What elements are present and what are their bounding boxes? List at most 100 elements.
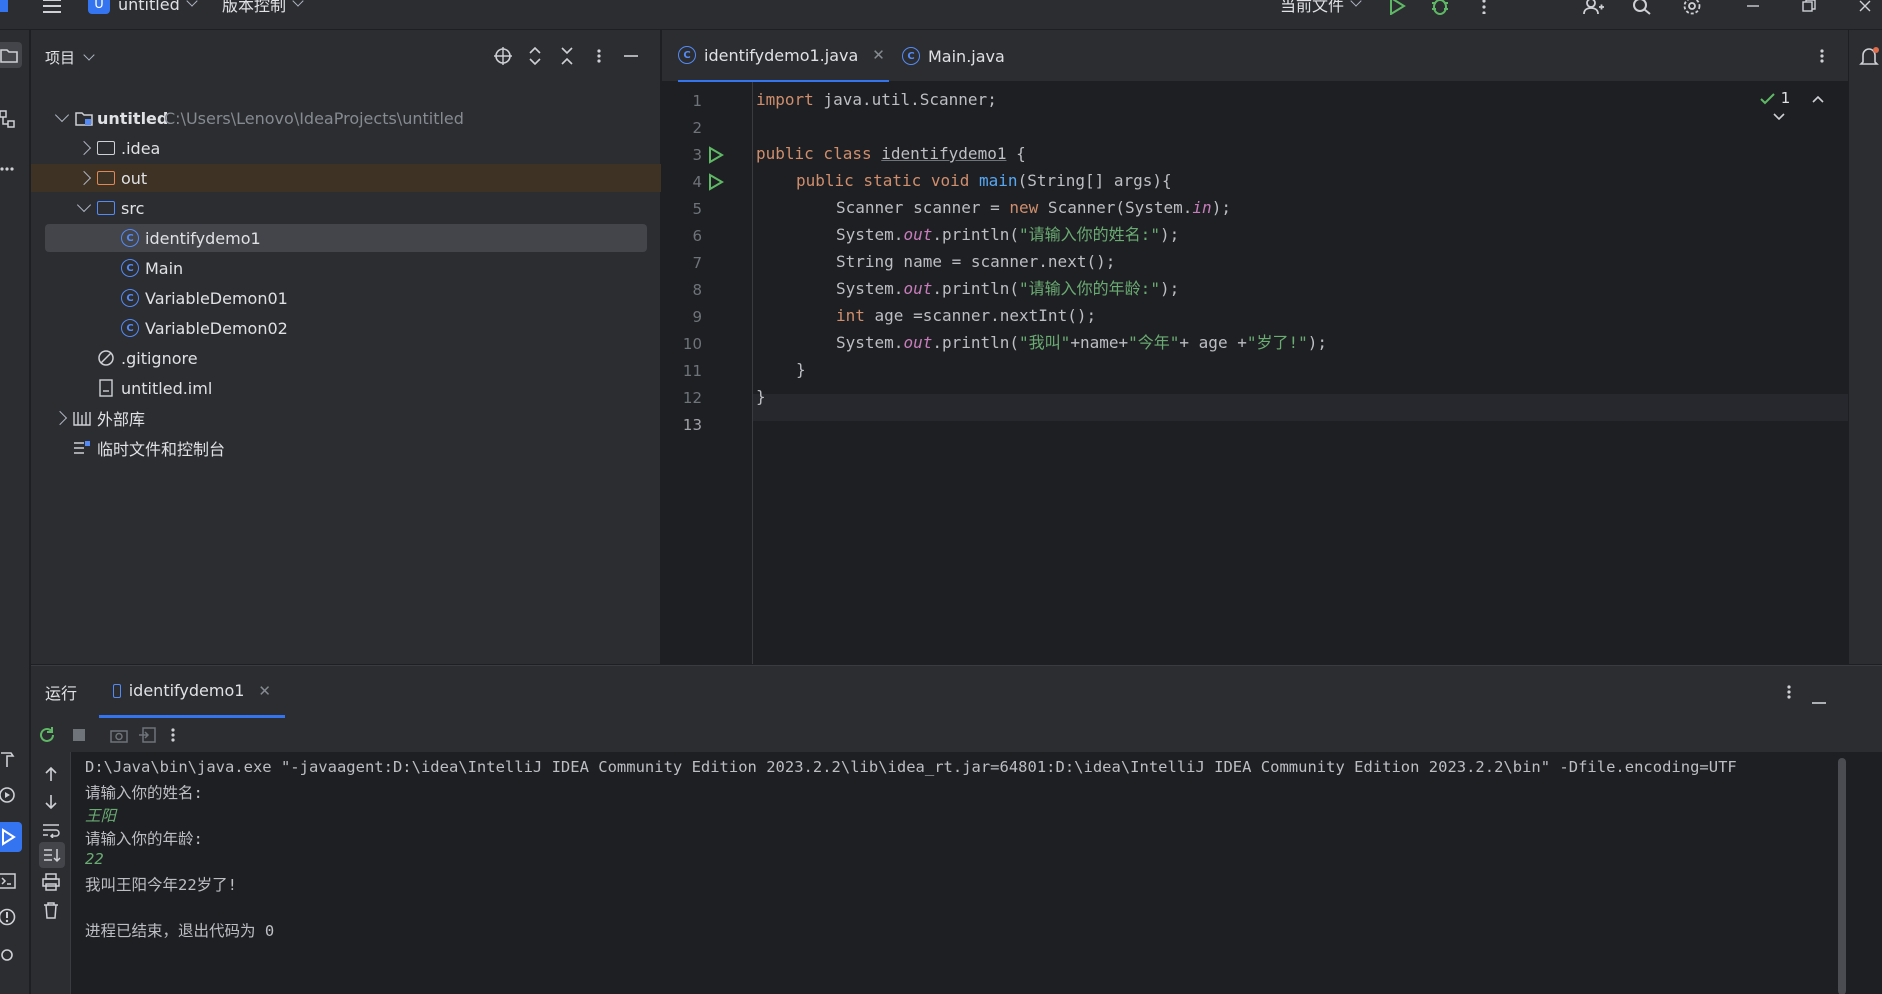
class-icon: C: [121, 259, 139, 277]
terminal-icon[interactable]: [0, 868, 20, 894]
run-config-selector[interactable]: 当前文件: [1280, 0, 1362, 16]
class-icon: C: [902, 47, 920, 65]
library-icon: [73, 409, 91, 431]
problems-icon[interactable]: [0, 904, 20, 930]
tree-label: untitled: [97, 108, 169, 128]
scroll-end-icon[interactable]: [39, 842, 65, 868]
tree-item-scratches[interactable]: 临时文件和控制台: [45, 434, 647, 462]
code-line: }: [756, 387, 766, 406]
close-icon[interactable]: ✕: [872, 46, 885, 64]
hide-panel-icon[interactable]: [621, 46, 641, 66]
tree-label: 临时文件和控制台: [97, 440, 226, 459]
tree-item-main[interactable]: C Main: [45, 254, 647, 282]
tab-identifydemo1[interactable]: C identifydemo1.java ✕: [678, 30, 889, 82]
tree-item-src[interactable]: src: [45, 194, 647, 222]
structure-icon[interactable]: [0, 106, 20, 132]
chevron-right-icon: [76, 140, 92, 156]
tab-main[interactable]: C Main.java: [902, 30, 1005, 82]
tree-item-variabledemon02[interactable]: C VariableDemon02: [45, 314, 647, 342]
vcs-menu[interactable]: 版本控制: [222, 0, 304, 16]
print-icon[interactable]: [39, 870, 63, 894]
code-line: public static void main(String[] args){: [796, 171, 1172, 190]
console-scrollbar[interactable]: [1838, 758, 1846, 994]
run-tool-icon[interactable]: [0, 822, 22, 852]
run-panel-header: 运行 identifydemo1 ✕: [31, 666, 1882, 718]
console-output[interactable]: D:\Java\bin\java.exe "-javaagent:D:\idea…: [85, 758, 1865, 994]
tree-item-untitled-iml[interactable]: untitled.iml: [45, 374, 647, 402]
chevron-down-icon: [292, 0, 304, 7]
chevron-down-icon: [54, 107, 70, 123]
project-name: untitled: [118, 0, 180, 14]
run-main-gutter-icon[interactable]: [708, 173, 724, 195]
tree-item-identifydemo1[interactable]: C identifydemo1: [45, 224, 647, 252]
more-tabs-icon[interactable]: [1820, 48, 1824, 68]
menu-icon[interactable]: [42, 0, 62, 14]
more-tools-icon[interactable]: [0, 156, 20, 182]
debug-icon[interactable]: [1430, 0, 1450, 15]
line-number: 7: [692, 254, 702, 272]
right-tool-strip: [1848, 30, 1882, 664]
chevron-down-icon: [1350, 0, 1362, 7]
line-number: 12: [682, 389, 702, 407]
console-side-toolbar: [31, 752, 71, 994]
project-panel-header: 项目: [31, 30, 661, 82]
close-window-icon[interactable]: [1858, 0, 1872, 14]
tree-item-variabledemon01[interactable]: C VariableDemon01: [45, 284, 647, 312]
tree-label: out: [121, 168, 148, 188]
run-class-gutter-icon[interactable]: [708, 146, 724, 168]
code-line: }: [796, 360, 806, 379]
tree-item-gitignore[interactable]: .gitignore: [45, 344, 647, 372]
down-arrow-icon[interactable]: [39, 790, 63, 814]
left-tool-strip: [0, 30, 30, 994]
stop-icon[interactable]: [67, 723, 91, 747]
up-arrow-icon[interactable]: [39, 762, 63, 786]
build-hammer-icon[interactable]: [0, 746, 20, 772]
tab-label: Main.java: [928, 46, 1005, 66]
tree-item-idea[interactable]: .idea: [45, 134, 647, 162]
collapse-all-icon[interactable]: [557, 46, 577, 66]
console-line: 请输入你的姓名:: [85, 784, 203, 802]
chevron-down-icon: [83, 48, 95, 61]
exit-icon[interactable]: [135, 723, 159, 747]
add-user-icon[interactable]: [1582, 0, 1604, 15]
editor-tab-bar: C identifydemo1.java ✕ C Main.java: [662, 30, 1848, 82]
line-number: 6: [692, 227, 702, 245]
tree-item-root[interactable]: untitled C:\Users\Lenovo\IdeaProjects\un…: [45, 104, 647, 132]
more-icon[interactable]: [1482, 0, 1486, 14]
project-switcher[interactable]: U untitled: [88, 0, 198, 16]
tree-label: .gitignore: [121, 348, 198, 368]
tree-item-out[interactable]: out: [31, 164, 661, 192]
trash-icon[interactable]: [39, 898, 63, 922]
tree-label: Main: [145, 258, 184, 278]
notifications-icon[interactable]: [1859, 46, 1879, 72]
more-options-icon[interactable]: [589, 46, 609, 66]
more-options-icon[interactable]: [1787, 684, 1791, 704]
code-line: import java.util.Scanner;: [756, 90, 997, 109]
project-view-selector[interactable]: 项目: [45, 47, 95, 68]
run-config-label: 当前文件: [1280, 0, 1345, 15]
project-tool-folder-icon[interactable]: [0, 42, 22, 68]
camera-icon[interactable]: [107, 723, 131, 747]
services-icon[interactable]: [0, 782, 20, 808]
minimize-icon[interactable]: [1746, 0, 1760, 14]
console-line: D:\Java\bin\java.exe "-javaagent:D:\idea…: [85, 758, 1737, 776]
git-icon[interactable]: [0, 942, 20, 968]
expand-all-icon[interactable]: [525, 46, 545, 66]
code-editor[interactable]: import java.util.Scanner; public class i…: [756, 82, 1848, 664]
restore-icon[interactable]: [1802, 0, 1816, 14]
close-icon[interactable]: ✕: [258, 682, 271, 700]
settings-icon[interactable]: [1682, 0, 1702, 15]
run-panel: 运行 identifydemo1 ✕ D:\Java\bin\java.exe …: [31, 665, 1882, 994]
search-icon[interactable]: [1632, 0, 1652, 15]
run-tab-identifydemo1[interactable]: identifydemo1 ✕: [99, 666, 285, 718]
vcs-label: 版本控制: [222, 0, 287, 15]
run-icon[interactable]: [1388, 0, 1406, 15]
more-icon[interactable]: [161, 723, 185, 747]
module-folder-icon: [75, 110, 93, 130]
soft-wrap-icon[interactable]: [39, 818, 63, 842]
hide-panel-icon[interactable]: [1811, 690, 1827, 709]
target-icon[interactable]: [493, 46, 513, 66]
project-panel-title: 项目: [45, 49, 76, 67]
tree-item-external-libraries[interactable]: 外部库: [45, 404, 647, 432]
rerun-icon[interactable]: [35, 723, 59, 747]
